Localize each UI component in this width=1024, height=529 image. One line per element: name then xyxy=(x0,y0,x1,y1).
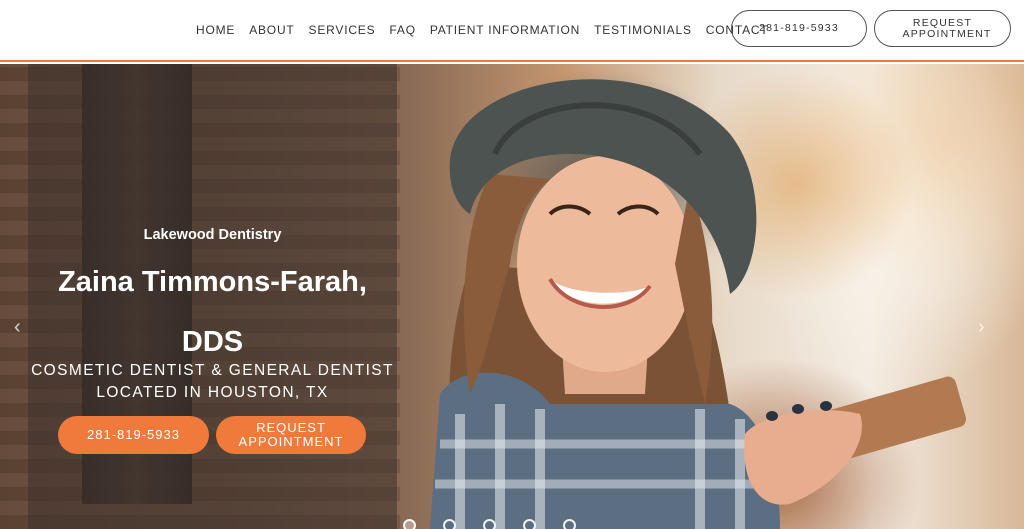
nav-patient-information[interactable]: PATIENT INFORMATION xyxy=(430,23,580,37)
slider-dot-4[interactable] xyxy=(523,519,536,529)
hero-slider: Lakewood Dentistry Zaina Timmons-Farah, … xyxy=(0,64,1024,529)
slider-dot-2[interactable] xyxy=(443,519,456,529)
nav-services[interactable]: SERVICES xyxy=(309,23,376,37)
slider-dot-1[interactable] xyxy=(403,519,416,529)
hero-phone-button[interactable]: 281-819-5933 xyxy=(58,416,209,454)
face-shape xyxy=(517,156,693,372)
nav-testimonials[interactable]: TESTIMONIALS xyxy=(594,23,692,37)
nav-about[interactable]: ABOUT xyxy=(249,23,294,37)
hero-request-label: REQUEST APPOINTMENT xyxy=(238,420,344,449)
main-nav: HOME ABOUT SERVICES FAQ PATIENT INFORMAT… xyxy=(196,0,782,60)
site-header: HOME ABOUT SERVICES FAQ PATIENT INFORMAT… xyxy=(0,0,1024,62)
slider-dot-3[interactable] xyxy=(483,519,496,529)
nav-home[interactable]: HOME xyxy=(196,23,235,37)
slider-dot-5[interactable] xyxy=(563,519,576,529)
hand-shape xyxy=(744,410,862,505)
hero-photo-woman xyxy=(430,79,967,529)
dentist-name-heading: Zaina Timmons-Farah, DDS xyxy=(58,266,367,358)
hero-request-appointment-button[interactable]: REQUEST APPOINTMENT xyxy=(216,416,366,454)
slider-next-arrow-icon[interactable]: › xyxy=(978,316,985,339)
header-request-label: REQUEST APPOINTMENT xyxy=(902,17,992,40)
slider-prev-arrow-icon[interactable]: ‹ xyxy=(14,316,21,339)
slider-pagination xyxy=(403,519,603,529)
hero-subtitle: COSMETIC DENTIST & GENERAL DENTIST LOCAT… xyxy=(31,362,394,401)
header-request-appointment-button[interactable]: REQUEST APPOINTMENT xyxy=(874,10,1011,47)
nav-faq[interactable]: FAQ xyxy=(389,23,415,37)
practice-name: Lakewood Dentistry xyxy=(143,227,282,243)
header-phone-button[interactable]: 281-819-5933 xyxy=(731,10,867,47)
